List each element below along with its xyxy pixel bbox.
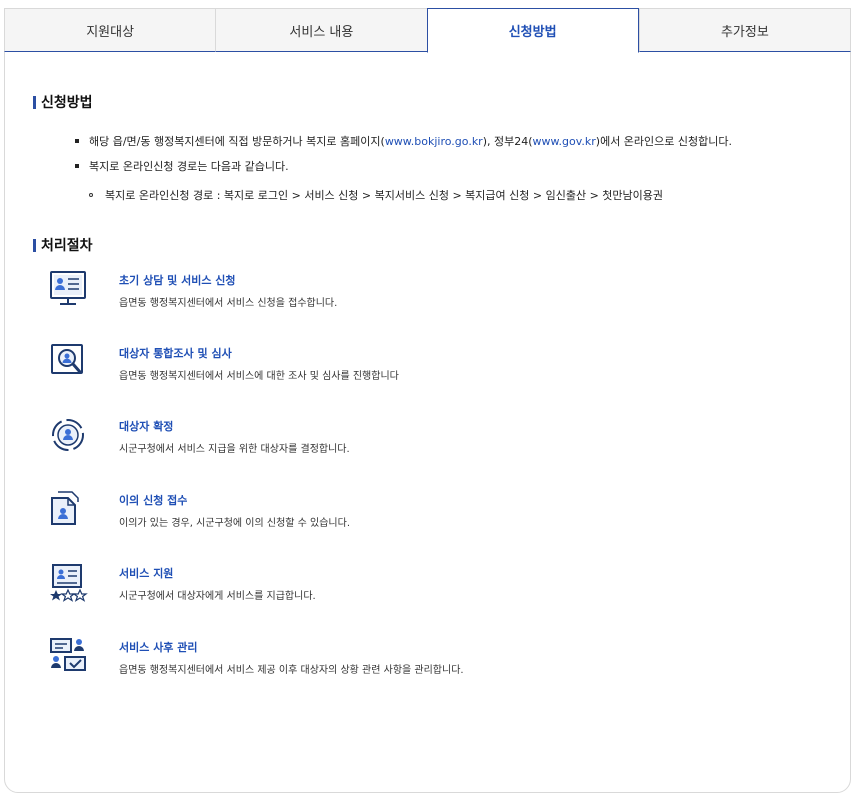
step-title: 이의 신청 접수 (119, 494, 188, 507)
step-description: 이의가 있는 경우, 시군구청에 이의 신청할 수 있습니다. (119, 518, 351, 529)
process-step: 초기 상담 및 서비스 신청 읍면동 행정복지센터에서 서비스 신청을 접수합니… (48, 270, 808, 314)
step-title: 대상자 확정 (119, 420, 174, 433)
step-description: 읍면동 행정복지센터에서 서비스 제공 이후 대상자의 상황 관련 사항을 관리… (119, 665, 464, 676)
apply-line1-text: 해당 읍/면/동 행정복지센터에 직접 방문하거나 복지로 홈페이지(www.b… (89, 135, 733, 148)
apply-line3-text: 복지로 온라인신청 경로 : 복지로 로그인 > 서비스 신청 > 복지서비스 … (105, 189, 664, 202)
tab-bar: 지원대상 서비스 내용 신청방법 추가정보 (4, 8, 851, 53)
step-title: 초기 상담 및 서비스 신청 (119, 274, 236, 287)
gov24-link[interactable]: www.gov.kr (533, 135, 596, 148)
apply-sub-bullet: 복지로 온라인신청 경로 : 복지로 로그인 > 서비스 신청 > 복지서비스 … (89, 187, 663, 203)
apply-title-text: 신청방법 (41, 95, 93, 111)
step-title: 서비스 지원 (119, 567, 174, 580)
title-marker (33, 238, 36, 252)
process-step: 서비스 사후 관리 읍면동 행정복지센터에서 서비스 제공 이후 대상자의 상황… (48, 637, 808, 681)
apply-bullet-2: 복지로 온라인신청 경로는 다음과 같습니다. (75, 158, 289, 174)
document-person-icon (51, 491, 79, 525)
step-description: 읍면동 행정복지센터에서 서비스에 대한 조사 및 심사를 진행합니다 (119, 371, 399, 382)
process-step: 서비스 지원 시군구청에서 대상자에게 서비스를 지급합니다. (48, 563, 808, 607)
step-title: 대상자 통합조사 및 심사 (119, 347, 232, 360)
tab-service-content[interactable]: 서비스 내용 (215, 8, 427, 52)
tab-how-to-apply[interactable]: 신청방법 (426, 8, 639, 53)
step-description: 읍면동 행정복지센터에서 서비스 신청을 접수합니다. (119, 298, 338, 309)
management-check-icon (50, 638, 86, 671)
tab-additional-info[interactable]: 추가정보 (638, 8, 851, 52)
step-description: 시군구청에서 대상자에게 서비스를 지급합니다. (119, 591, 316, 602)
consultation-monitor-icon (50, 271, 86, 305)
step-description: 시군구청에서 서비스 지급을 위한 대상자를 결정합니다. (119, 444, 350, 455)
bokjiro-link[interactable]: www.bokjiro.go.kr (385, 135, 483, 148)
magnifier-person-icon (51, 344, 83, 374)
process-step: 대상자 확정 시군구청에서 서비스 지급을 위한 대상자를 결정합니다. (48, 416, 808, 460)
target-person-icon (52, 419, 84, 451)
process-step: 이의 신청 접수 이의가 있는 경우, 시군구청에 이의 신청할 수 있습니다. (48, 490, 808, 534)
apply-line2-text: 복지로 온라인신청 경로는 다음과 같습니다. (89, 160, 289, 173)
id-card-stars-icon (50, 564, 88, 602)
title-marker (33, 95, 36, 109)
step-title: 서비스 사후 관리 (119, 641, 198, 654)
square-bullet-icon (75, 164, 79, 168)
circle-bullet-icon (89, 193, 93, 197)
process-title-text: 처리절차 (41, 238, 93, 254)
process-section-title: 처리절차 (33, 235, 93, 255)
process-step: 대상자 통합조사 및 심사 읍면동 행정복지센터에서 서비스에 대한 조사 및 … (48, 343, 808, 387)
apply-section-title: 신청방법 (33, 92, 93, 112)
tab-eligibility[interactable]: 지원대상 (4, 8, 216, 52)
square-bullet-icon (75, 139, 79, 143)
apply-bullet-1: 해당 읍/면/동 행정복지센터에 직접 방문하거나 복지로 홈페이지(www.b… (75, 133, 732, 149)
